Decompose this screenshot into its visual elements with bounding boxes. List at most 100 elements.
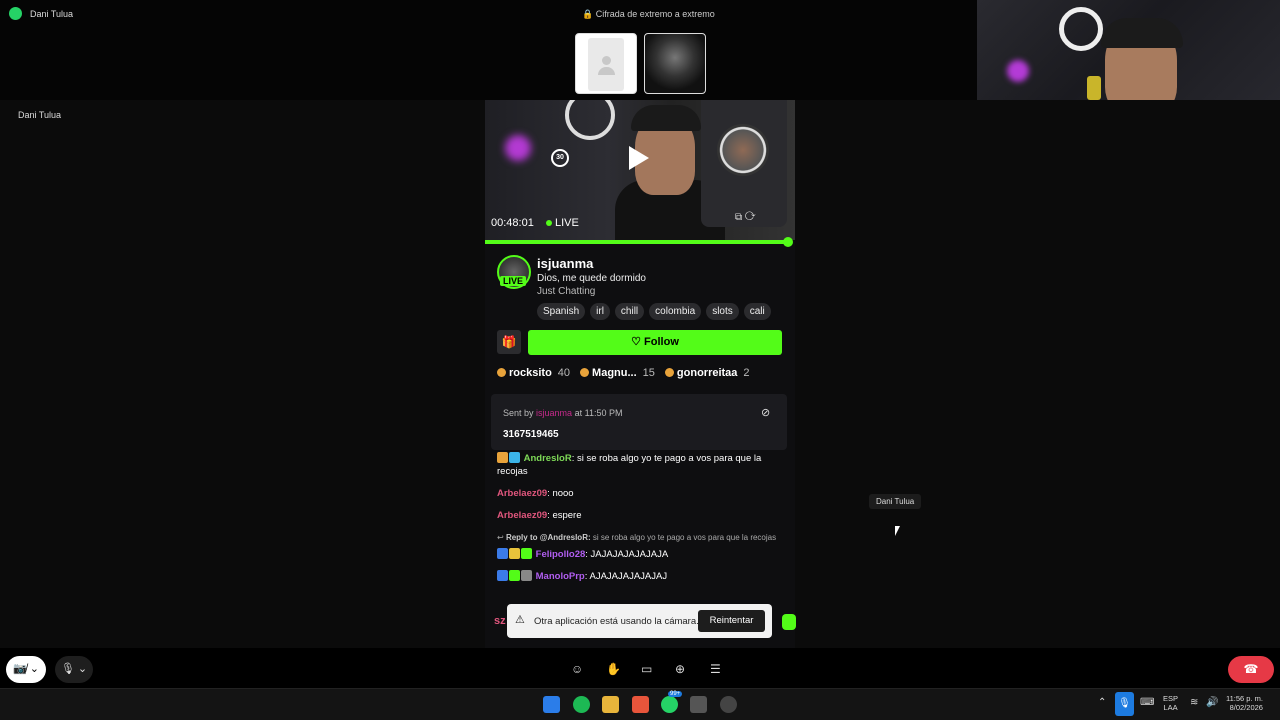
- picture-in-picture-window[interactable]: [701, 100, 787, 227]
- microphone-button[interactable]: 🎙 ⌄: [55, 656, 93, 683]
- camera-toggle-button[interactable]: 📷̸ ⌄: [6, 656, 46, 683]
- tray-chevron-icon[interactable]: ⌃: [1098, 697, 1106, 708]
- gifter-leaderboard: rocksito 40 Magnu... 15 gonorreitaa 2: [497, 367, 750, 379]
- avatar-placeholder-body: [598, 67, 615, 75]
- stream-title: Dios, me quede dormido: [537, 273, 646, 284]
- end-call-button[interactable]: ☎: [1228, 656, 1274, 683]
- pinned-user[interactable]: isjuanma: [536, 408, 572, 418]
- add-participant-icon[interactable]: ⊕: [675, 662, 685, 676]
- leaderboard-item[interactable]: gonorreitaa 2: [664, 367, 750, 379]
- tag[interactable]: colombia: [649, 303, 702, 320]
- avatar-live-badge: LIVE: [500, 276, 527, 286]
- stream-category[interactable]: Just Chatting: [537, 286, 595, 297]
- reply-label: Reply to @AndresloR:: [505, 533, 591, 542]
- rank-icon: [497, 368, 506, 377]
- chat-list: AndresloR: si se roba algo yo te pago a …: [497, 452, 787, 592]
- chat-text: espere: [552, 510, 582, 521]
- chat-message: AndresloR: si se roba algo yo te pago a …: [497, 452, 762, 477]
- hang-up-icon: ☎: [1243, 662, 1259, 676]
- person-cap: [1101, 18, 1183, 48]
- pip-avatar: [717, 124, 769, 176]
- progress-bar[interactable]: [485, 240, 791, 244]
- person-cap: [631, 105, 701, 131]
- spotify-icon[interactable]: [573, 696, 590, 713]
- gift-button[interactable]: 🎁: [497, 330, 521, 354]
- file-explorer-icon[interactable]: [602, 696, 619, 713]
- tag[interactable]: slots: [706, 303, 739, 320]
- leader-name: Magnu...: [592, 367, 637, 379]
- hide-eye-icon[interactable]: ⊘: [761, 406, 770, 419]
- emoji-icon[interactable]: ☺: [571, 662, 583, 676]
- tag[interactable]: chill: [614, 303, 645, 320]
- tag[interactable]: cali: [743, 303, 771, 320]
- share-screen-icon[interactable]: ▭: [641, 662, 652, 676]
- app-title: Dani Tulua: [30, 9, 74, 19]
- pinned-time: at 11:50 PM: [574, 408, 623, 418]
- progress-knob[interactable]: [783, 237, 793, 247]
- whatsapp-icon: [9, 7, 22, 20]
- chat-text: nooo: [552, 488, 574, 499]
- tag[interactable]: irl: [590, 303, 610, 320]
- play-icon[interactable]: [629, 146, 649, 170]
- leaderboard-item[interactable]: Magnu... 15: [580, 367, 655, 379]
- pinned-sender: Sent by isjuanma at 11:50 PM: [503, 408, 622, 418]
- camera-off-icon: 📷̸ ⌄: [13, 663, 39, 675]
- shared-screen-right: [795, 100, 1280, 648]
- badge-icon: [497, 452, 508, 463]
- reply-context[interactable]: ↩ Reply to @AndresloR: si se roba algo y…: [497, 531, 787, 544]
- leaderboard-item[interactable]: rocksito 40: [497, 367, 570, 379]
- shared-screen-left: [0, 100, 485, 648]
- settings-icon[interactable]: [720, 696, 737, 713]
- more-options-icon[interactable]: ☰: [710, 662, 721, 676]
- wifi-icon[interactable]: ≋: [1190, 697, 1198, 708]
- encryption-text: Cifrada de extremo a extremo: [595, 9, 715, 19]
- chat-user[interactable]: Felipollo28: [536, 549, 586, 560]
- retry-button[interactable]: Reintentar: [698, 610, 765, 632]
- tray-mic-icon[interactable]: 🎙: [1115, 692, 1134, 716]
- stream-time: 00:48:01: [491, 217, 534, 229]
- participant-thumbnail-2[interactable]: [644, 33, 706, 94]
- participant-thumbnail-1[interactable]: [575, 33, 637, 94]
- chat-user[interactable]: ManoloPrp: [536, 571, 585, 582]
- rewind-30-icon[interactable]: 30: [551, 149, 569, 167]
- badge-icon: [497, 570, 508, 581]
- shared-stream-view: 30 ⧉ ⟳ 00:48:01 LIVE LIVE isjuanma Dios,…: [485, 100, 795, 648]
- keyboard-icon[interactable]: ⌨: [1140, 697, 1154, 708]
- avatar-placeholder-icon: [602, 56, 611, 65]
- app-tf-icon[interactable]: [690, 696, 707, 713]
- rotate-icon[interactable]: ⧉ ⟳: [735, 212, 756, 223]
- badge-icon: [521, 548, 532, 559]
- reply-text: si se roba algo yo te pago a vos para qu…: [592, 533, 777, 542]
- chat-scroll-chip[interactable]: [782, 614, 796, 630]
- warning-icon: ⚠: [515, 614, 525, 626]
- tag[interactable]: Spanish: [537, 303, 586, 320]
- volume-icon[interactable]: 🔊: [1206, 697, 1218, 708]
- badge-icon: [509, 452, 520, 463]
- microphone-light: [1087, 76, 1101, 100]
- clock[interactable]: 11:56 p. m. 8/02/2026: [1226, 694, 1263, 712]
- follow-button[interactable]: ♡ Follow: [528, 330, 782, 355]
- gift-icon: 🎁: [501, 335, 517, 349]
- chat-text: JAJAJAJAJAJAJA: [590, 549, 669, 560]
- clock-date: 8/02/2026: [1229, 703, 1263, 712]
- windows-start-icon[interactable]: [543, 696, 560, 713]
- sent-by-label: Sent by: [503, 408, 534, 418]
- toast-message: Otra aplicación está usando la cámara.: [534, 616, 699, 627]
- streamer-name[interactable]: isjuanma: [537, 256, 593, 271]
- chat-message: ManoloPrp: AJAJAJAJAJAJAJ: [497, 570, 787, 583]
- whatsapp-taskbar-icon[interactable]: [661, 696, 678, 713]
- brave-icon[interactable]: [632, 696, 649, 713]
- language-indicator[interactable]: ESP LAA: [1163, 694, 1178, 712]
- rank-icon: [664, 368, 674, 377]
- chat-user[interactable]: Arbelaez09: [497, 488, 547, 499]
- chat-message: Arbelaez09: nooo: [497, 488, 574, 499]
- live-dot-icon: [546, 220, 552, 226]
- leader-count: 40: [557, 367, 571, 379]
- mouse-cursor-icon: [895, 526, 900, 536]
- raise-hand-icon[interactable]: ✋: [606, 662, 621, 676]
- chat-user[interactable]: AndresloR: [524, 453, 572, 464]
- chat-text: AJAJAJAJAJAJAJ: [589, 571, 668, 582]
- badge-icon: [521, 570, 532, 581]
- chat-user[interactable]: Arbelaez09: [497, 510, 547, 521]
- leader-count: 15: [642, 367, 655, 379]
